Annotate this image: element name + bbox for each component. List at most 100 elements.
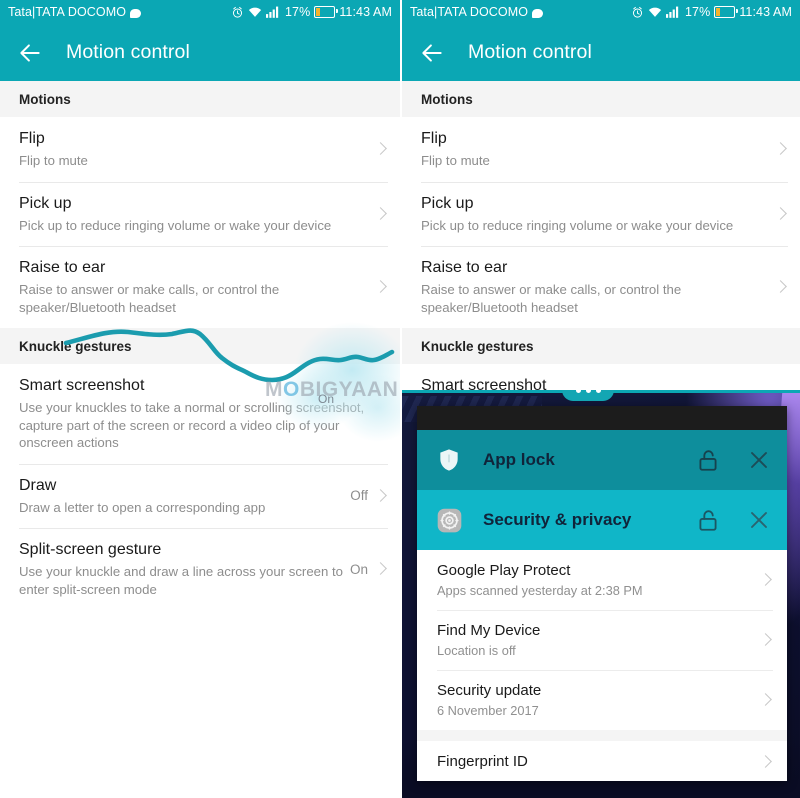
- signal-bars-icon: [265, 6, 279, 18]
- section-header-knuckle-gestures: Knuckle gestures: [0, 328, 400, 364]
- list-item-google-play-protect[interactable]: Google Play Protect Apps scanned yesterd…: [417, 550, 787, 610]
- list-item-subtitle: Use your knuckle and draw a line across …: [19, 564, 343, 597]
- list-item-title: Split-screen gesture: [19, 541, 162, 558]
- chevron-right-icon: [774, 207, 788, 221]
- chevron-right-icon: [374, 207, 388, 221]
- list-item-raise-to-ear[interactable]: Raise to ear Raise to answer or make cal…: [0, 246, 400, 328]
- unlocked-padlock-icon[interactable]: [695, 507, 721, 533]
- gear-icon: [435, 506, 463, 534]
- chevron-right-icon: [759, 573, 773, 587]
- status-bar-left: Tata|TATA DOCOMO: [410, 5, 544, 19]
- phone-screen-left: Tata|TATA DOCOMO 17% 11:43 AM Motion con…: [0, 0, 400, 798]
- status-bar-right: 17% 11:43 AM: [231, 5, 392, 19]
- carrier-label: Tata|TATA DOCOMO: [8, 5, 127, 19]
- close-icon[interactable]: [747, 508, 771, 532]
- list-item-flip[interactable]: Flip Flip to mute: [402, 117, 800, 182]
- status-bar: Tata|TATA DOCOMO 17% 11:43 AM: [0, 0, 400, 24]
- list-item-split-screen-gesture[interactable]: Split-screen gesture Use your knuckle an…: [0, 528, 400, 610]
- page-title: Motion control: [66, 41, 190, 63]
- card-status-bar: [417, 406, 787, 430]
- alarm-clock-icon: [232, 6, 243, 18]
- recent-app-row-security-privacy[interactable]: Security & privacy: [417, 490, 787, 550]
- chevron-right-icon: [374, 142, 388, 156]
- chevron-right-icon: [374, 280, 388, 294]
- list-item-subtitle: 6 November 2017: [437, 703, 539, 718]
- list-item-subtitle: Flip to mute: [421, 153, 490, 168]
- list-item-value: Off: [350, 488, 368, 504]
- handle-dot: [575, 390, 581, 393]
- battery-percent-label: 17%: [684, 5, 711, 19]
- security-settings-list: Google Play Protect Apps scanned yesterd…: [417, 550, 787, 781]
- list-item-title: Raise to ear: [19, 259, 106, 276]
- battery-icon: [714, 6, 738, 18]
- list-item-pick-up[interactable]: Pick up Pick up to reduce ringing volume…: [402, 181, 800, 246]
- list-item-title: Flip: [19, 130, 45, 147]
- list-item-title: Raise to ear: [421, 259, 508, 276]
- status-bar-left: Tata|TATA DOCOMO: [8, 5, 142, 19]
- app-bar: Motion control: [402, 24, 800, 81]
- wifi-icon: [648, 7, 662, 17]
- list-item-smart-screenshot[interactable]: Smart screenshot Use your knuckles to ta…: [0, 364, 400, 464]
- message-bubble-icon: [532, 8, 544, 18]
- watermark-overlay-label: On: [318, 392, 335, 406]
- unlocked-padlock-icon[interactable]: [695, 447, 721, 473]
- handle-dot: [595, 390, 601, 393]
- list-item-subtitle: Pick up to reduce ringing volume or wake…: [421, 217, 734, 233]
- alarm-clock-icon: [632, 6, 643, 18]
- section-header-motions: Motions: [0, 81, 400, 117]
- back-arrow-icon[interactable]: [419, 40, 445, 66]
- recent-app-title: Security & privacy: [483, 510, 632, 529]
- battery-percent-label: 17%: [284, 5, 311, 19]
- status-bar: Tata|TATA DOCOMO 17% 11:43 AM: [402, 0, 800, 24]
- list-item-title: Pick up: [19, 194, 72, 212]
- list-item-fingerprint-id[interactable]: Fingerprint ID: [417, 741, 787, 781]
- back-arrow-icon[interactable]: [17, 40, 43, 66]
- split-screen-handle-icon[interactable]: [562, 390, 614, 401]
- battery-icon: [314, 6, 338, 18]
- list-item-flip[interactable]: Flip Flip to mute: [0, 117, 400, 182]
- list-item-raise-to-ear[interactable]: Raise to ear Raise to answer or make cal…: [402, 246, 800, 328]
- list-item-title: Fingerprint ID: [437, 753, 528, 770]
- chevron-right-icon: [759, 755, 773, 769]
- handle-dot: [585, 390, 591, 393]
- settings-list: Motions Flip Flip to mute Pick up Pick u…: [0, 81, 400, 610]
- message-bubble-icon: [130, 8, 142, 18]
- list-item-draw[interactable]: Draw Draw a letter to open a correspondi…: [0, 463, 400, 528]
- section-header-knuckle-gestures: Knuckle gestures: [402, 328, 800, 364]
- wifi-icon: [248, 7, 262, 17]
- split-screen-overlay: App lock Security & privacy Google Play …: [402, 390, 800, 798]
- list-item-subtitle: Flip to mute: [19, 153, 88, 168]
- phone-screen-right: Tata|TATA DOCOMO 17% 11:43 AM Motion con…: [400, 0, 800, 798]
- list-item-title: Google Play Protect: [437, 562, 571, 579]
- list-item-subtitle: Location is off: [437, 643, 516, 658]
- list-item-title: Find My Device: [437, 622, 541, 639]
- recent-app-title: App lock: [483, 450, 555, 469]
- chevron-right-icon: [374, 489, 388, 503]
- app-bar: Motion control: [0, 24, 400, 81]
- list-item-subtitle: Raise to answer or make calls, or contro…: [421, 282, 682, 315]
- clock-label: 11:43 AM: [739, 5, 792, 19]
- list-item-subtitle: Raise to answer or make calls, or contro…: [19, 282, 280, 315]
- screenshot-stage: Tata|TATA DOCOMO 17% 11:43 AM Motion con…: [0, 0, 800, 798]
- clock-label: 11:43 AM: [339, 5, 392, 19]
- page-title: Motion control: [468, 41, 592, 63]
- list-item-title: Draw: [19, 476, 57, 494]
- list-item-security-update[interactable]: Security update 6 November 2017: [417, 670, 787, 730]
- list-item-title: Pick up: [421, 194, 474, 212]
- recent-app-card: App lock Security & privacy Google Play …: [417, 406, 787, 781]
- list-item-subtitle: Apps scanned yesterday at 2:38 PM: [437, 583, 643, 598]
- carrier-label: Tata|TATA DOCOMO: [410, 5, 529, 19]
- chevron-right-icon: [774, 142, 788, 156]
- close-icon[interactable]: [747, 448, 771, 472]
- recent-app-row-app-lock[interactable]: App lock: [417, 430, 787, 490]
- list-item-title: Security update: [437, 682, 542, 699]
- chevron-right-icon: [759, 633, 773, 647]
- list-item-subtitle: Pick up to reduce ringing volume or wake…: [19, 217, 332, 233]
- list-item-subtitle: Draw a letter to open a corresponding ap…: [19, 499, 266, 515]
- signal-bars-icon: [665, 6, 679, 18]
- list-item-pick-up[interactable]: Pick up Pick up to reduce ringing volume…: [0, 181, 400, 246]
- list-group-divider: [417, 730, 787, 741]
- list-item-find-my-device[interactable]: Find My Device Location is off: [417, 610, 787, 670]
- section-header-motions: Motions: [402, 81, 800, 117]
- status-bar-right: 17% 11:43 AM: [631, 5, 792, 19]
